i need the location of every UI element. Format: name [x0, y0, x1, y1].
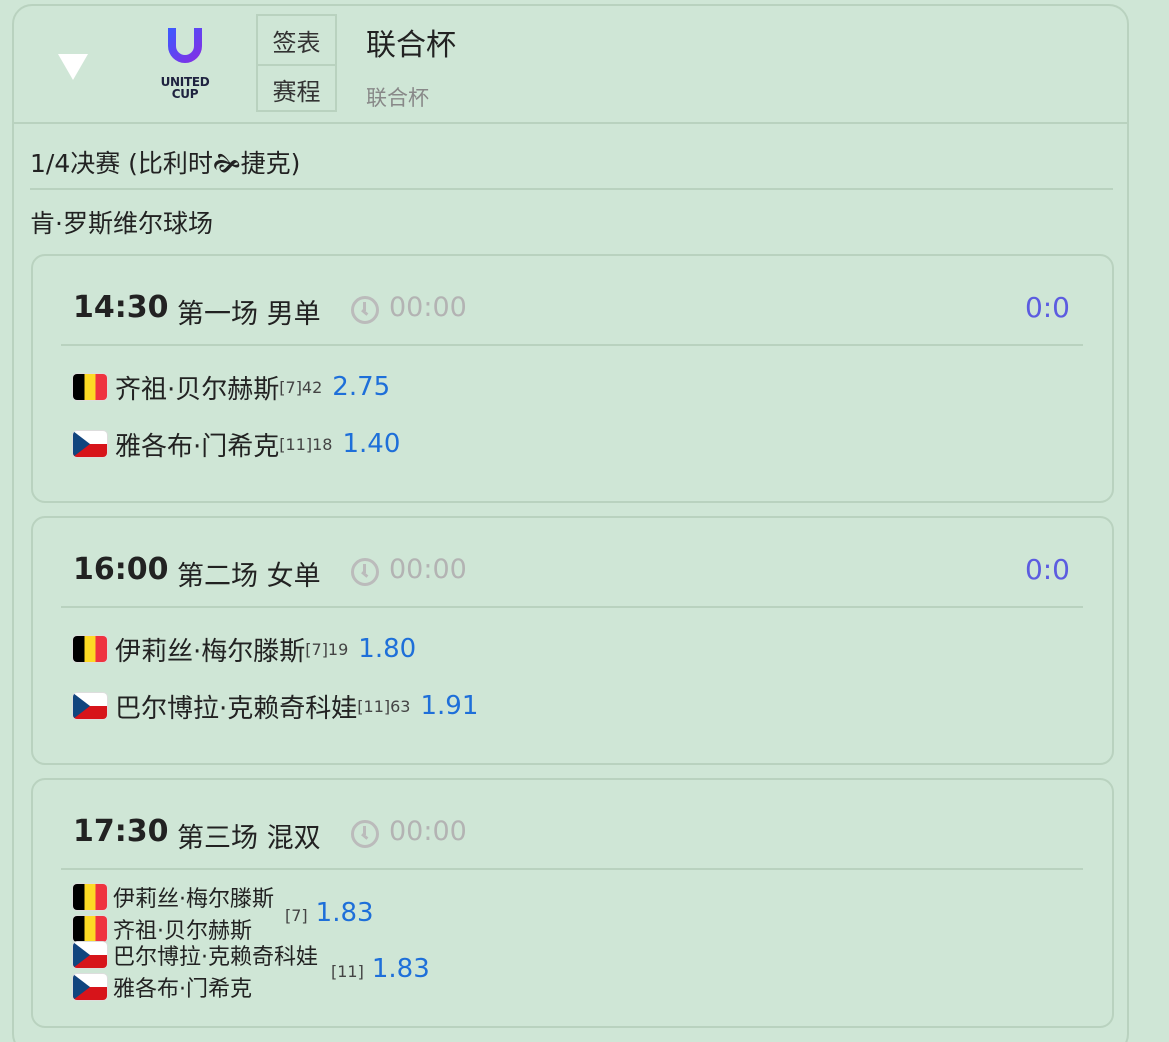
player-odds[interactable]: 1.80 [358, 634, 416, 664]
competition-subtitle: 联合杯 [366, 86, 429, 110]
player-name: 巴尔博拉·克赖奇科娃 [113, 945, 318, 970]
czech-flag-icon [73, 974, 107, 1000]
czech-flag-icon [73, 431, 107, 457]
match-time: 14:30 [73, 290, 169, 325]
match-time: 16:00 [73, 552, 169, 587]
player-name: 雅各布·门希克 [113, 977, 252, 1002]
player-row[interactable]: 齐祖·贝尔赫斯 [7]42 2.75 [73, 370, 390, 405]
round-title: 1/4决赛 (比利时🙞捷克) [30, 149, 301, 178]
player-row[interactable]: 伊莉丝·梅尔滕斯 [7]19 1.80 [73, 632, 416, 667]
match-card[interactable]: 16:00 第二场 女单 00:00 0:0 伊莉丝·梅尔滕斯 [7]19 1.… [31, 516, 1114, 765]
player-name: 伊莉丝·梅尔滕斯 [113, 887, 274, 912]
doubles-player: 雅各布·门希克 [73, 972, 252, 1002]
belgium-flag-icon [73, 884, 107, 910]
belgium-flag-icon [73, 916, 107, 942]
doubles-player: 伊莉丝·梅尔滕斯 [73, 882, 274, 912]
match-clock: 00:00 [389, 816, 467, 847]
doubles-player: 巴尔博拉·克赖奇科娃 [73, 940, 318, 970]
player-odds[interactable]: 1.40 [342, 429, 400, 459]
divider [61, 344, 1083, 346]
match-label: 第二场 女单 [177, 561, 321, 592]
match-clock: 00:00 [389, 292, 467, 323]
player-name: 齐祖·贝尔赫斯 [115, 374, 280, 405]
player-seed: [11]63 [357, 696, 411, 716]
player-seed: [11]18 [279, 434, 333, 454]
player-row[interactable]: 巴尔博拉·克赖奇科娃 [11]63 1.91 [73, 689, 478, 724]
team-odds-group[interactable]: [7] 1.83 [285, 898, 374, 928]
player-seed: [7]42 [279, 377, 323, 397]
belgium-flag-icon [73, 374, 107, 400]
united-cup-logo-mark [168, 28, 202, 63]
match-clock: 00:00 [389, 554, 467, 585]
tab-draw[interactable]: 签表 [258, 16, 335, 64]
venue-name: 肯·罗斯维尔球场 [30, 209, 213, 238]
match-score[interactable]: 0:0 [1025, 291, 1070, 324]
team-odds[interactable]: 1.83 [372, 954, 430, 984]
collapse-toggle-icon[interactable] [58, 54, 88, 80]
clock-icon [351, 558, 379, 586]
view-tabs: 签表 赛程 [256, 14, 337, 112]
player-row[interactable]: 雅各布·门希克 [11]18 1.40 [73, 427, 400, 462]
divider [30, 188, 1113, 190]
player-odds[interactable]: 1.91 [420, 691, 478, 721]
player-seed: [7]19 [305, 639, 349, 659]
competition-title: 联合杯 [366, 28, 456, 63]
match-label: 第一场 男单 [177, 299, 321, 330]
divider [61, 868, 1083, 870]
logo-text: UNITED CUP [160, 75, 210, 101]
player-odds[interactable]: 2.75 [332, 372, 390, 402]
tab-schedule[interactable]: 赛程 [258, 64, 335, 112]
team-odds[interactable]: 1.83 [316, 898, 374, 928]
player-name: 巴尔博拉·克赖奇科娃 [115, 693, 358, 724]
team-seed: [11] [331, 962, 364, 981]
match-score[interactable]: 0:0 [1025, 553, 1070, 586]
player-name: 伊莉丝·梅尔滕斯 [115, 636, 306, 667]
player-name: 雅各布·门希克 [115, 431, 280, 462]
clock-icon [351, 296, 379, 324]
czech-flag-icon [73, 942, 107, 968]
united-cup-logo: UNITED CUP [154, 26, 216, 106]
panel-header: UNITED CUP 签表 赛程 联合杯 联合杯 [14, 6, 1127, 124]
belgium-flag-icon [73, 636, 107, 662]
match-time: 17:30 [73, 814, 169, 849]
match-label: 第三场 混双 [177, 823, 321, 854]
divider [61, 606, 1083, 608]
match-card[interactable]: 14:30 第一场 男单 00:00 0:0 齐祖·贝尔赫斯 [7]42 2.7… [31, 254, 1114, 503]
clock-icon [351, 820, 379, 848]
team-odds-group[interactable]: [11] 1.83 [331, 954, 430, 984]
competition-panel: UNITED CUP 签表 赛程 联合杯 联合杯 1/4决赛 (比利时🙞捷克) … [12, 4, 1129, 1042]
czech-flag-icon [73, 693, 107, 719]
match-card[interactable]: 17:30 第三场 混双 00:00 伊莉丝·梅尔滕斯 齐祖·贝尔赫斯 [7] … [31, 778, 1114, 1028]
team-seed: [7] [285, 906, 308, 925]
